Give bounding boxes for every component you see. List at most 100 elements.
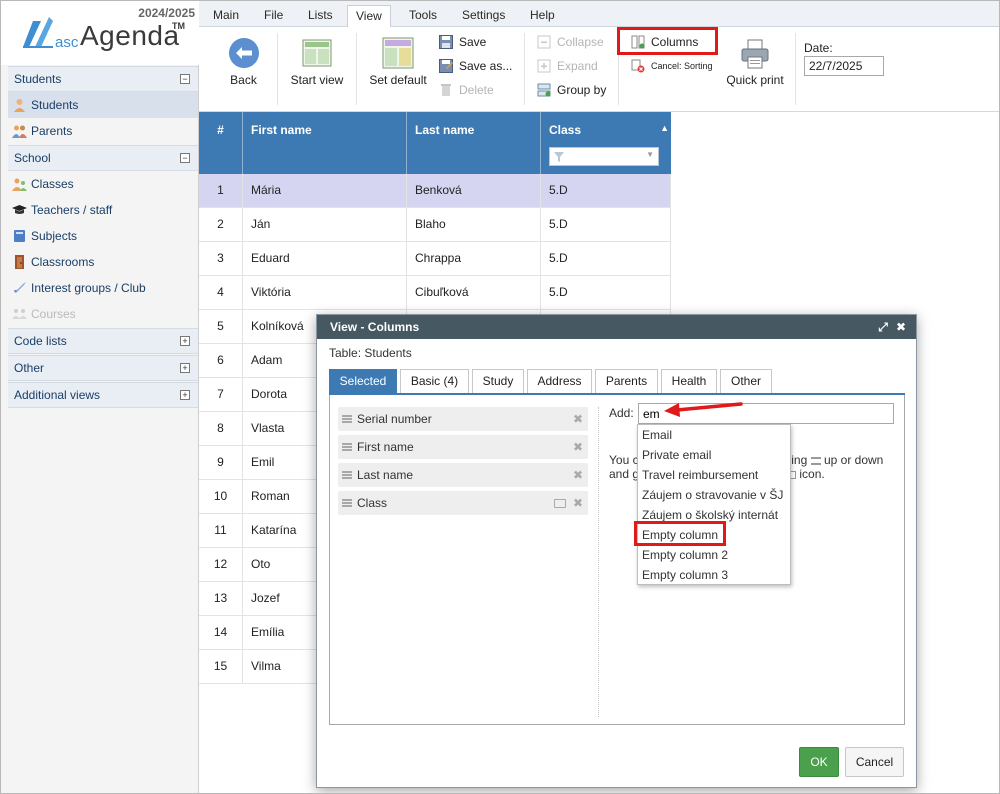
set-default-button[interactable]: Set default [365, 37, 431, 87]
sidebar-section-students[interactable]: Students − [8, 66, 198, 92]
sidebar-item-classrooms[interactable]: Classrooms [8, 249, 198, 275]
hint-part: You c [609, 453, 639, 467]
suggestion-item[interactable]: Empty column 2 [638, 545, 790, 565]
close-icon[interactable]: ✖ [894, 319, 908, 335]
collapse-button[interactable]: Collapse [537, 32, 604, 52]
hint-part: up or down [823, 453, 884, 467]
selected-column-item[interactable]: First name ✖ [338, 435, 588, 459]
menu-file[interactable]: File [256, 5, 291, 27]
remove-icon[interactable]: ✖ [572, 407, 584, 431]
tab-address[interactable]: Address [527, 369, 592, 393]
sidebar-section-additional-views[interactable]: Additional views + [8, 382, 198, 408]
folder-icon[interactable] [554, 499, 566, 508]
sidebar-section-label: School [14, 151, 51, 165]
tab-parents[interactable]: Parents [595, 369, 658, 393]
table-row[interactable]: 2 Ján Blaho 5.D [199, 208, 671, 242]
sidebar-item-teachers[interactable]: Teachers / staff [8, 197, 198, 223]
sidebar-section-other[interactable]: Other + [8, 355, 198, 381]
collapse-icon[interactable]: − [180, 153, 190, 163]
sidebar-section-code-lists[interactable]: Code lists + [8, 328, 198, 354]
date-input[interactable]: 22/7/2025 [804, 56, 884, 76]
trash-icon [441, 84, 451, 96]
drag-handle-icon[interactable] [342, 471, 352, 479]
group-by-button[interactable]: Group by [537, 80, 606, 100]
tab-other[interactable]: Other [720, 369, 772, 393]
selected-column-item[interactable]: Class ✖ [338, 491, 588, 515]
table-row[interactable]: 3 Eduard Chrappa 5.D [199, 242, 671, 276]
save-button[interactable]: Save [439, 32, 486, 52]
set-default-label: Set default [369, 73, 427, 87]
expand-label: Expand [557, 59, 598, 73]
sidebar-item-classes[interactable]: Classes [8, 171, 198, 197]
cell-number: 5 [199, 310, 243, 344]
annotation-arrow-icon [664, 402, 743, 417]
drag-handle-icon[interactable] [342, 499, 352, 507]
menu-view[interactable]: View [347, 5, 391, 27]
cancel-button[interactable]: Cancel [845, 747, 904, 777]
school-year: 2024/2025 [138, 6, 195, 20]
expand-icon[interactable]: + [180, 363, 190, 373]
tab-selected[interactable]: Selected [329, 369, 397, 393]
empty-column-highlight [634, 521, 726, 546]
cell-class: 5.D [541, 174, 671, 208]
column-header-last-name[interactable]: Last name [407, 112, 541, 174]
ok-button[interactable]: OK [799, 747, 839, 777]
drag-handle-icon[interactable] [342, 415, 352, 423]
menu-help[interactable]: Help [522, 5, 563, 27]
delete-button[interactable]: Delete [439, 80, 494, 100]
cancel-sorting-button[interactable]: Cancel: Sorting [631, 56, 713, 76]
cell-first-name: Viktória [243, 276, 407, 310]
drag-handle-icon[interactable] [342, 443, 352, 451]
save-as-button[interactable]: Save as... [439, 56, 512, 76]
cell-number: 8 [199, 412, 243, 446]
suggestion-item[interactable]: Travel reimbursement [638, 465, 790, 485]
sidebar-item-subjects[interactable]: Subjects [8, 223, 198, 249]
sidebar-item-parents[interactable]: Parents [8, 118, 198, 144]
class-filter-dropdown[interactable]: ▼ [549, 147, 659, 166]
expand-icon[interactable]: + [180, 390, 190, 400]
courses-icon [12, 309, 27, 319]
selected-column-item[interactable]: Last name ✖ [338, 463, 588, 487]
sidebar-section-label: Students [14, 72, 62, 86]
table-row[interactable]: 4 Viktória Cibuľková 5.D [199, 276, 671, 310]
tab-study[interactable]: Study [472, 369, 524, 393]
suggestion-item[interactable]: Private email [638, 445, 790, 465]
suggestion-item[interactable]: Empty column 3 [638, 565, 790, 585]
start-view-button[interactable]: Start view [287, 39, 347, 87]
sidebar-item-courses[interactable]: Courses [8, 301, 198, 327]
selected-column-item[interactable]: Serial number ✖ [338, 407, 588, 431]
toolbar-separator [277, 33, 278, 105]
tab-basic[interactable]: Basic (4) [400, 369, 469, 393]
column-header-first-name[interactable]: First name [243, 112, 407, 174]
back-button[interactable]: Back [221, 37, 266, 87]
sidebar-section-school[interactable]: School − [8, 145, 198, 171]
tab-health[interactable]: Health [661, 369, 717, 393]
cell-last-name: Cibuľková [407, 276, 541, 310]
toolbar-separator [356, 33, 357, 105]
expand-icon[interactable]: + [180, 336, 190, 346]
drag-handle-icon [810, 456, 821, 465]
toolbar-separator [524, 33, 525, 105]
table-row[interactable]: 1 Mária Benková 5.D [199, 174, 671, 208]
suggestion-item[interactable]: Záujem o stravovanie v ŠJ [638, 485, 790, 505]
menu-lists[interactable]: Lists [300, 5, 341, 27]
remove-icon[interactable]: ✖ [572, 435, 584, 459]
remove-icon[interactable]: ✖ [572, 491, 584, 515]
menu-main[interactable]: Main [205, 5, 247, 27]
back-arrow-icon [228, 38, 259, 68]
maximize-icon[interactable]: ⤢ [876, 319, 890, 335]
date-label: Date: [804, 41, 833, 55]
expand-button[interactable]: Expand [537, 56, 598, 76]
sidebar-item-students[interactable]: Students [8, 92, 198, 118]
suggestion-item[interactable]: Email [638, 425, 790, 445]
filter-icon [554, 152, 564, 162]
menu-settings[interactable]: Settings [454, 5, 513, 27]
quick-print-button[interactable]: Quick print [723, 39, 787, 87]
expand-icon [537, 59, 551, 73]
menu-tools[interactable]: Tools [401, 5, 445, 27]
sidebar-item-interest-groups[interactable]: Interest groups / Club [8, 275, 198, 301]
remove-icon[interactable]: ✖ [572, 463, 584, 487]
column-header-number[interactable]: # [199, 112, 243, 174]
collapse-icon[interactable]: − [180, 74, 190, 84]
column-header-class[interactable]: Class ▲ ▼ [541, 112, 671, 174]
